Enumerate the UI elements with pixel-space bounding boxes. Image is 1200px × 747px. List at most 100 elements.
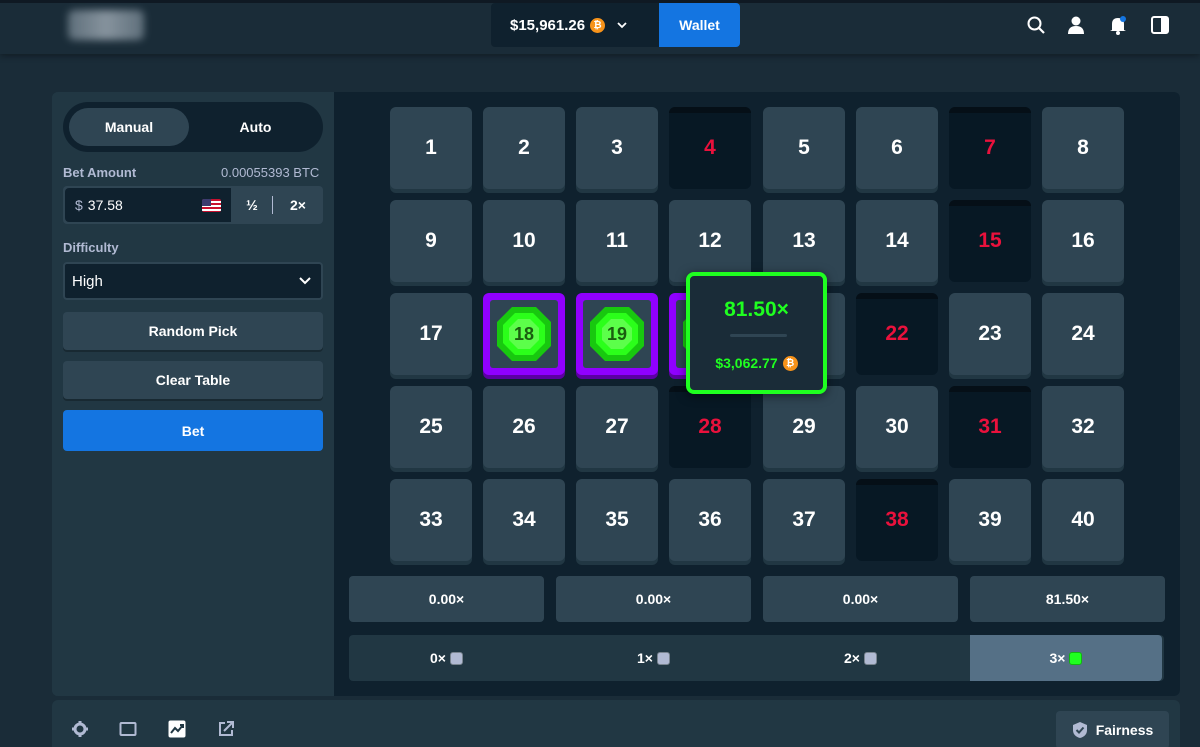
tile-7[interactable]: 7 [949,107,1031,189]
clear-table-button[interactable]: Clear Table [63,361,323,399]
half-bet-button[interactable]: ½ [231,186,273,224]
tile-39[interactable]: 39 [949,479,1031,561]
tile-number: 2 [518,136,530,159]
gear-icon[interactable] [71,720,89,738]
random-pick-button[interactable]: Random Pick [63,312,323,350]
hit-label: 3× [1049,650,1066,666]
tile-36[interactable]: 36 [669,479,751,561]
notifications-bell-icon[interactable] [1108,15,1128,35]
tile-number: 23 [978,322,1002,345]
tile-inner: 18 [490,300,558,368]
sidebar-toggle-icon[interactable] [1150,15,1170,35]
tile-number: 17 [419,322,443,345]
bet-amount-crypto: 0.00055393 BTC [221,165,320,180]
tile-8[interactable]: 8 [1042,107,1124,189]
tile-35[interactable]: 35 [576,479,658,561]
search-icon[interactable] [1026,15,1046,35]
tile-15[interactable]: 15 [949,200,1031,282]
tile-number: 29 [792,415,816,438]
tile-number: 24 [1071,322,1095,345]
tile-38[interactable]: 38 [856,479,938,561]
tile-number: 26 [512,415,536,438]
tile-32[interactable]: 32 [1042,386,1124,468]
tab-manual[interactable]: Manual [69,108,189,146]
tile-9[interactable]: 9 [390,200,472,282]
tile-23[interactable]: 23 [949,293,1031,375]
tile-number: 13 [792,229,816,252]
balance-amount: $15,961.26 [510,16,586,34]
tile-12[interactable]: 12 [669,200,751,282]
tile-5[interactable]: 5 [763,107,845,189]
win-payout: $3,062.77 ₿ [690,355,823,371]
tile-13[interactable]: 13 [763,200,845,282]
tile-31[interactable]: 31 [949,386,1031,468]
payout-cell: 81.50× [970,576,1165,622]
difficulty-select[interactable]: High [63,262,323,300]
tile-number: 38 [885,508,909,531]
win-divider [730,334,787,337]
hit-count-2: 2× [763,635,958,681]
tile-number: 3 [611,136,623,159]
tile-number: 31 [978,415,1002,438]
tile-number: 1 [425,136,437,159]
theatre-mode-icon[interactable] [119,720,137,738]
hit-label: 2× [844,650,860,666]
tab-auto[interactable]: Auto [193,108,318,146]
tile-24[interactable]: 24 [1042,293,1124,375]
tile-17[interactable]: 17 [390,293,472,375]
tile-chip-icon [863,651,877,665]
tile-29[interactable]: 29 [763,386,845,468]
win-payout-amount: $3,062.77 [715,355,778,371]
tile-number: 30 [885,415,909,438]
tile-number: 27 [605,415,629,438]
tile-number: 16 [1071,229,1095,252]
fairness-button[interactable]: Fairness [1056,711,1169,747]
popout-icon[interactable] [217,720,235,738]
tile-19[interactable]: 19 [576,293,658,375]
bet-amount-input[interactable]: $ 37.58 [65,188,231,222]
tile-25[interactable]: 25 [390,386,472,468]
shield-check-icon [1072,722,1087,738]
double-bet-button[interactable]: 2× [273,186,323,224]
tile-number: 14 [885,229,909,252]
tile-28[interactable]: 28 [669,386,751,468]
user-icon[interactable] [1066,15,1086,35]
tile-22[interactable]: 22 [856,293,938,375]
balance-selector[interactable]: $15,961.26 ₿ [491,3,659,47]
tile-2[interactable]: 2 [483,107,565,189]
us-flag-icon [202,199,221,212]
chevron-down-icon [299,277,311,285]
tile-18[interactable]: 18 [483,293,565,375]
tile-27[interactable]: 27 [576,386,658,468]
tile-14[interactable]: 14 [856,200,938,282]
hit-label: 1× [637,650,653,666]
gem-icon: 19 [587,304,647,364]
wallet-button[interactable]: Wallet [659,3,740,47]
fairness-label: Fairness [1095,722,1154,738]
tile-40[interactable]: 40 [1042,479,1124,561]
tile-1[interactable]: 1 [390,107,472,189]
tile-number: 40 [1071,508,1095,531]
tile-10[interactable]: 10 [483,200,565,282]
tile-30[interactable]: 30 [856,386,938,468]
stats-icon[interactable] [168,720,186,738]
tile-33[interactable]: 33 [390,479,472,561]
tile-number: 32 [1071,415,1095,438]
gem-icon: 18 [494,304,554,364]
tile-4[interactable]: 4 [669,107,751,189]
tile-chip-icon [449,651,463,665]
bet-button[interactable]: Bet [63,410,323,451]
tile-number: 33 [419,508,443,531]
tile-34[interactable]: 34 [483,479,565,561]
bet-amount-label: Bet Amount [63,165,137,180]
tile-16[interactable]: 16 [1042,200,1124,282]
tile-26[interactable]: 26 [483,386,565,468]
tile-3[interactable]: 3 [576,107,658,189]
hit-count-1: 1× [556,635,751,681]
payout-cell: 0.00× [556,576,751,622]
tile-6[interactable]: 6 [856,107,938,189]
tile-11[interactable]: 11 [576,200,658,282]
tile-37[interactable]: 37 [763,479,845,561]
hit-label: 0× [430,650,446,666]
site-logo[interactable] [68,10,144,40]
